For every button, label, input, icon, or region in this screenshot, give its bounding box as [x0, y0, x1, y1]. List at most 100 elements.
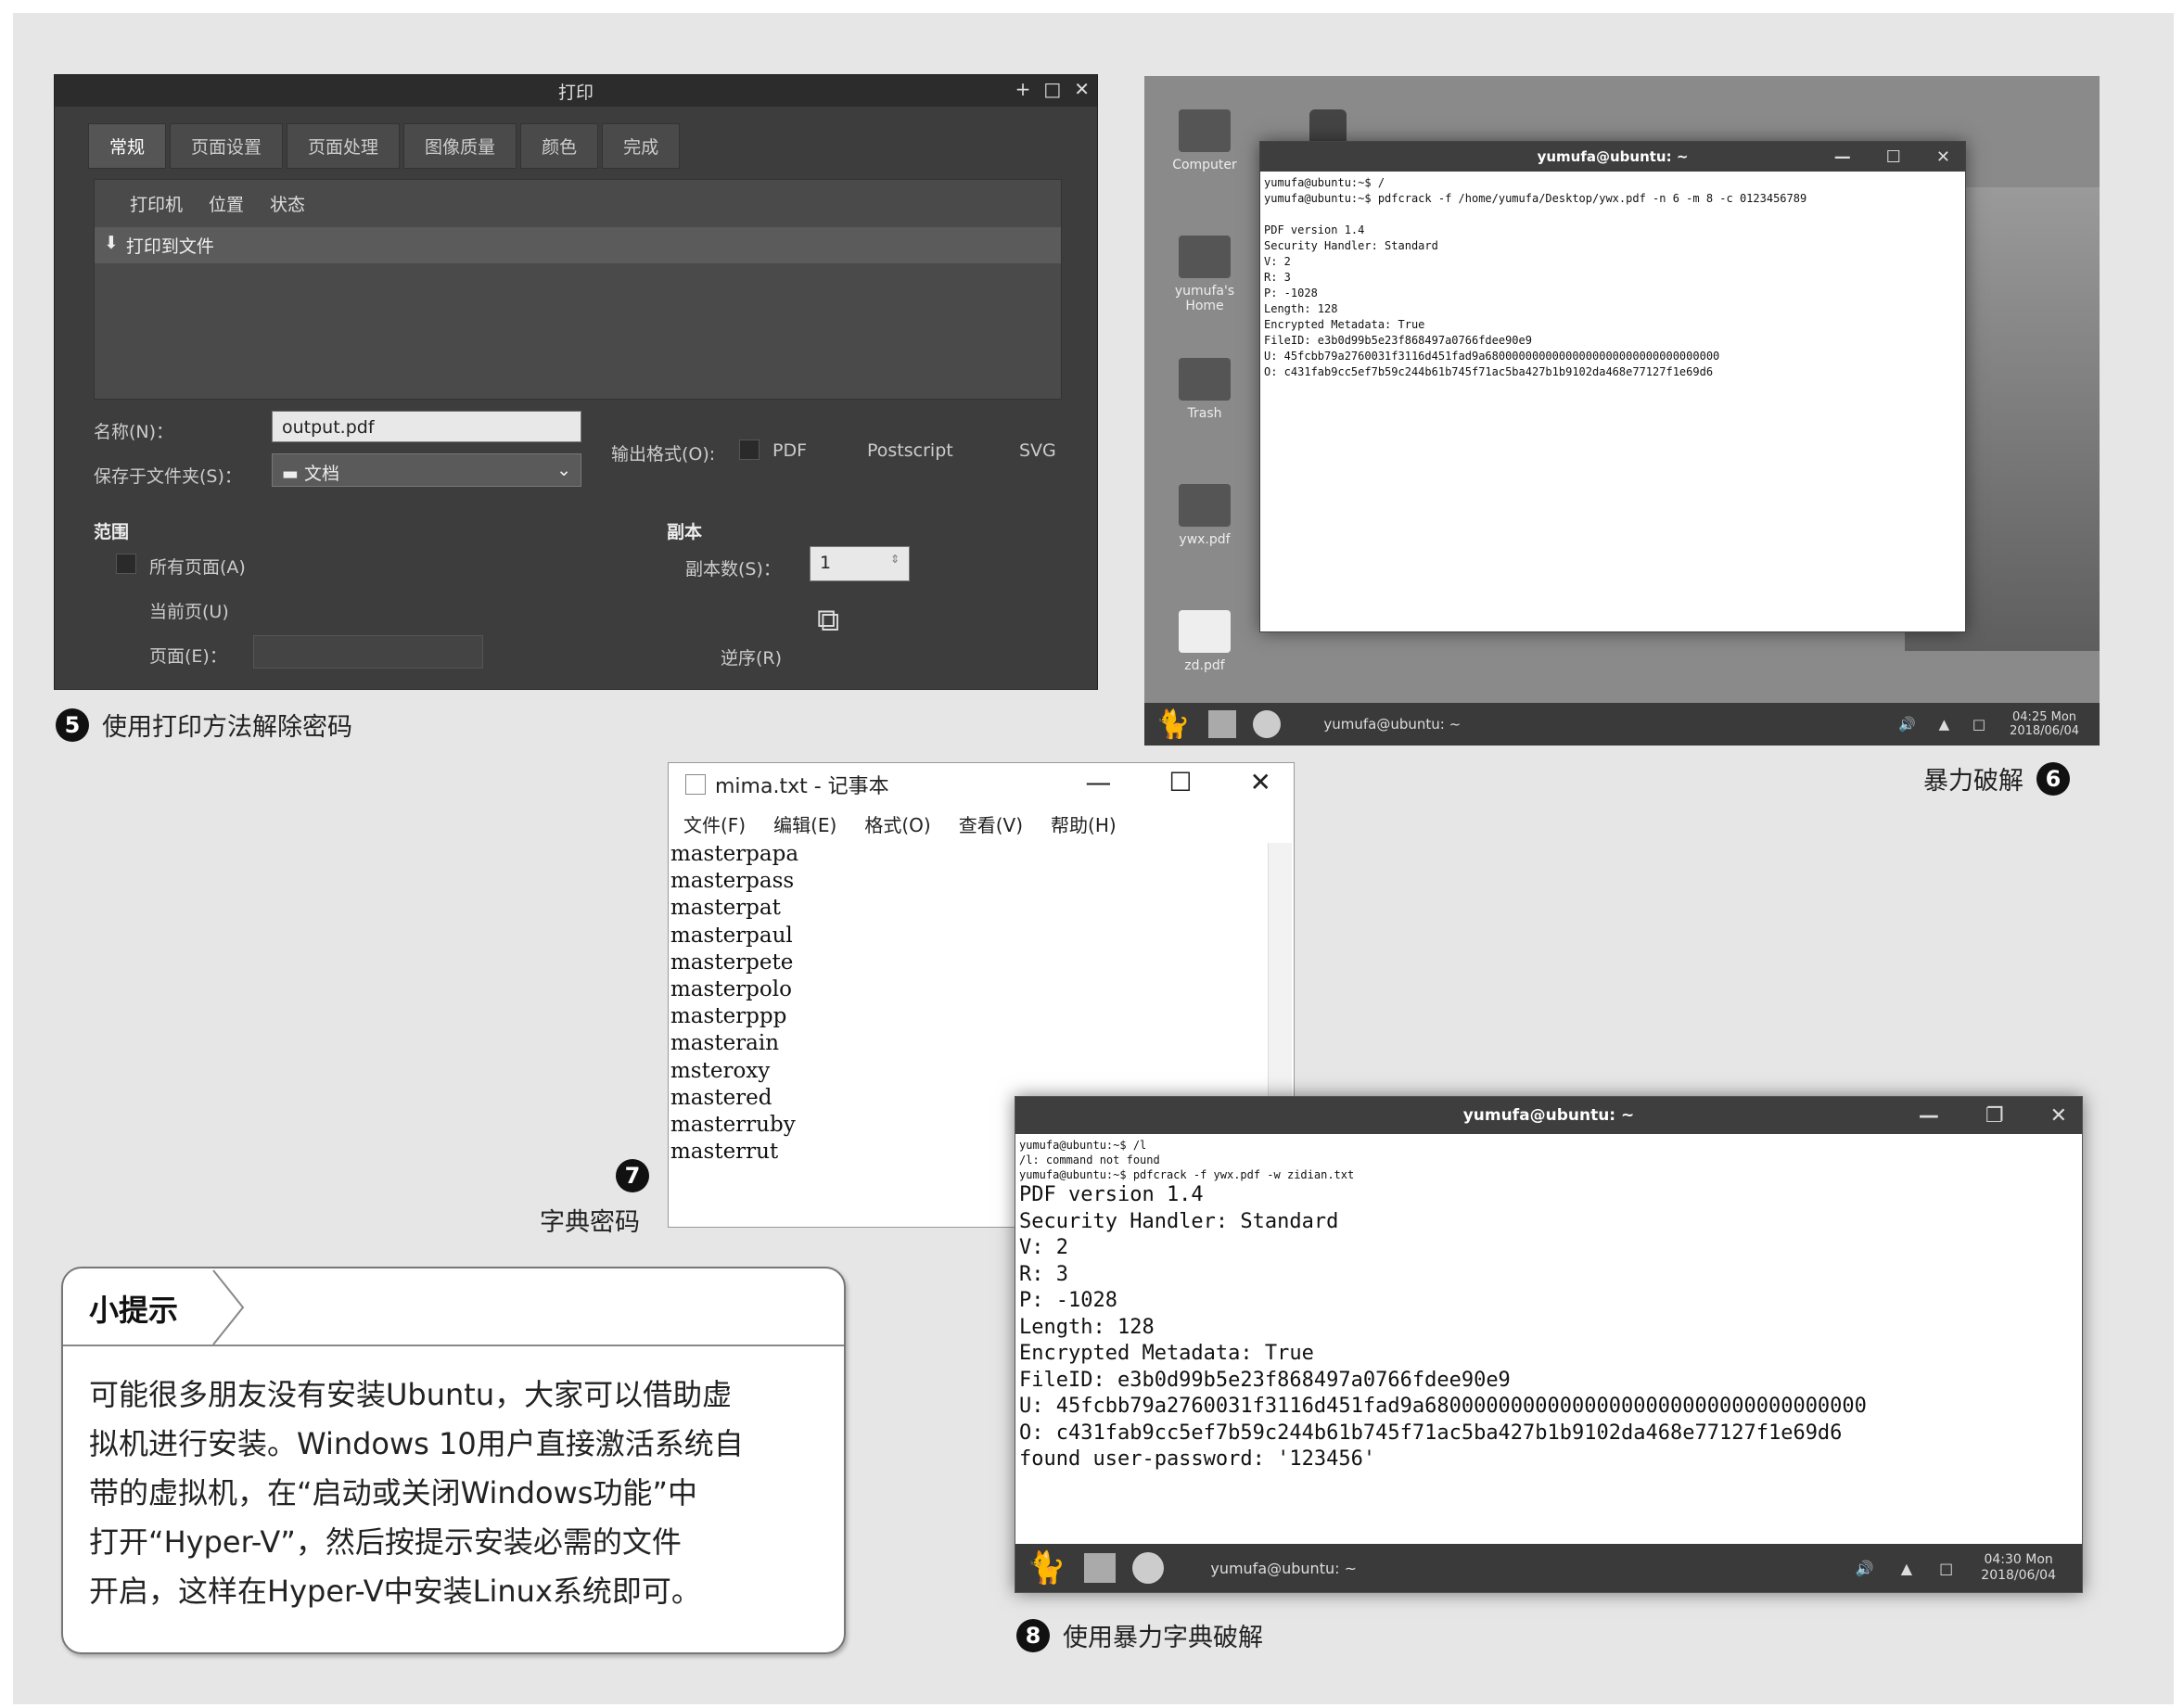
close-button[interactable]: ✕	[1250, 767, 1271, 797]
tab-general[interactable]: 常规	[88, 123, 167, 169]
terminal-line: Security Handler: Standard	[1019, 1209, 1339, 1233]
clock-date: 2018/06/04	[2010, 724, 2079, 738]
folder-select[interactable]: ▬ 文档 ⌄	[272, 453, 581, 487]
copies-stepper[interactable]: 1 ⇕	[810, 546, 910, 581]
desktop-icon-ywx-pdf[interactable]: ywx.pdf	[1172, 484, 1237, 547]
maximize-button[interactable]: ☐	[1168, 767, 1192, 797]
name-input[interactable]: output.pdf	[272, 411, 581, 442]
all-pages-label[interactable]: 所有页面(A)	[149, 554, 246, 579]
terminal-title: yumufa@ubuntu: ~	[1537, 148, 1689, 165]
tip-title: 小提示	[89, 1293, 179, 1328]
notepad-titlebar: mima.txt - 记事本 — ☐ ✕	[669, 763, 1294, 806]
print-dialog-title: 打印	[557, 82, 594, 103]
terminal-line: Security Handler: Standard	[1264, 239, 1438, 252]
taskbar-terminal[interactable]: yumufa@ubuntu: ~	[1303, 716, 1526, 733]
terminal-line: V: 2	[1264, 255, 1291, 268]
terminal-titlebar: yumufa@ubuntu: ~ — ❐ ✕	[1015, 1097, 2082, 1134]
desktop-icon-trash[interactable]: Trash	[1172, 358, 1237, 421]
pages-input[interactable]	[253, 635, 483, 669]
text-line: masterain	[670, 1031, 780, 1056]
pdf-radio[interactable]	[739, 440, 760, 460]
magazine-page: 打印 + □ ✕ 常规 页面设置 页面处理 图像质量 颜色 完成 打印机 位置 …	[13, 13, 2174, 1704]
caption-text: 使用暴力字典破解	[1063, 1624, 1263, 1652]
tip-line: 开启，这样在Hyper-V中安装Linux系统即可。	[89, 1574, 701, 1609]
column-printer[interactable]: 打印机	[130, 191, 183, 216]
terminal-line: FileID: e3b0d99b5e23f868497a0766fdee90e9	[1264, 334, 1532, 347]
maximize-button[interactable]: □	[1043, 78, 1061, 100]
terminal-command-line: /l: command not found	[1019, 1154, 1160, 1166]
tip-box: 小提示 可能很多朋友没有安装Ubuntu，大家可以借助虚 拟机进行安装。Windo…	[61, 1267, 846, 1654]
terminal-line: U: 45fcbb79a2760031f3116d451fad9a6800000…	[1264, 350, 1720, 363]
clock[interactable]: 04:30 Mon 2018/06/04	[1981, 1552, 2056, 1584]
cat-logo-icon[interactable]: 🐈	[1155, 708, 1190, 741]
column-location[interactable]: 位置	[209, 191, 244, 216]
taskbar-terminal[interactable]: yumufa@ubuntu: ~	[1188, 1560, 1429, 1577]
minimize-button[interactable]: —	[1919, 1104, 1939, 1128]
tab-color[interactable]: 颜色	[520, 123, 599, 169]
tab-finish[interactable]: 完成	[602, 123, 681, 169]
terminal-window-8[interactable]: yumufa@ubuntu: ~ — ❐ ✕ yumufa@ubuntu:~$ …	[1015, 1096, 2083, 1593]
clock-date: 2018/06/04	[1981, 1568, 2056, 1583]
format-pdf[interactable]: PDF	[772, 440, 807, 461]
menu-view[interactable]: 查看(V)	[959, 810, 1023, 837]
collate-icon: ⧉	[817, 602, 840, 639]
tray-icons[interactable]: 🔊 ▲ □	[1856, 1560, 1965, 1577]
trash-icon	[1179, 358, 1231, 401]
menu-file[interactable]: 文件(F)	[683, 810, 746, 837]
format-postscript[interactable]: Postscript	[867, 440, 953, 461]
browser-icon[interactable]	[1132, 1552, 1165, 1584]
tray-icons[interactable]: 🔊 ▲ □	[1898, 716, 1995, 733]
terminal-window[interactable]: yumufa@ubuntu: ~ — ☐ ✕ yumufa@ubuntu:~$ …	[1259, 141, 1966, 632]
pin-button[interactable]: +	[1015, 78, 1031, 100]
print-dialog-titlebar: 打印 + □ ✕	[55, 75, 1097, 107]
folder-icon: ▬	[282, 464, 304, 484]
chevron-right-icon	[212, 1269, 245, 1345]
caption-text: 暴力破解	[1923, 767, 2023, 796]
close-button[interactable]: ✕	[2050, 1104, 2067, 1128]
maximize-button[interactable]: ☐	[1886, 147, 1901, 167]
terminal-line: O: c431fab9cc5ef7b59c244b61b745f71ac5ba4…	[1264, 365, 1714, 378]
browser-icon[interactable]	[1253, 710, 1282, 738]
files-icon[interactable]	[1208, 710, 1237, 738]
minimize-button[interactable]: —	[1085, 767, 1111, 797]
menu-help[interactable]: 帮助(H)	[1051, 810, 1117, 837]
range-title: 范围	[94, 522, 130, 542]
tab-page-setup[interactable]: 页面设置	[170, 123, 284, 169]
copies-value: 1	[820, 553, 832, 573]
menu-format[interactable]: 格式(O)	[864, 810, 930, 837]
printer-row-file[interactable]: ⬇ 打印到文件	[95, 227, 1061, 263]
text-line: masterpete	[670, 950, 794, 975]
restore-button[interactable]: ❐	[1985, 1104, 2004, 1128]
all-pages-radio[interactable]	[116, 554, 136, 574]
menu-edit[interactable]: 编辑(E)	[773, 810, 836, 837]
format-svg[interactable]: SVG	[1019, 440, 1056, 461]
desktop-icon-zd-pdf[interactable]: zd.pdf	[1172, 610, 1237, 673]
tab-image-quality[interactable]: 图像质量	[403, 123, 517, 169]
text-line: msteroxy	[670, 1058, 771, 1083]
printer-list[interactable]: 打印机 位置 状态 ⬇ 打印到文件	[94, 179, 1062, 400]
minimize-button[interactable]: —	[1834, 147, 1851, 167]
terminal-line: Length: 128	[1019, 1315, 1155, 1339]
column-status[interactable]: 状态	[270, 191, 305, 216]
collate-label[interactable]: 逆序(R)	[721, 644, 782, 669]
close-button[interactable]: ✕	[1074, 78, 1090, 100]
document-icon	[1179, 610, 1231, 653]
current-page-label[interactable]: 当前页(U)	[149, 598, 229, 623]
folder-icon	[1179, 236, 1231, 278]
terminal-line: R: 3	[1019, 1262, 1068, 1286]
clock[interactable]: 04:25 Mon 2018/06/04	[2010, 710, 2079, 738]
figure-number: 5	[56, 707, 89, 742]
desktop-icon-home[interactable]: yumufa's Home	[1172, 236, 1237, 313]
cat-logo-icon[interactable]: 🐈	[1027, 1549, 1066, 1587]
figure-number: 8	[1016, 1618, 1050, 1652]
desktop-icon-computer[interactable]: Computer	[1172, 109, 1237, 172]
terminal-line: Encrypted Metadata: True	[1019, 1342, 1314, 1365]
files-icon[interactable]	[1084, 1553, 1117, 1583]
tip-line: 带的虚拟机，在“启动或关闭Windows功能”中	[89, 1475, 698, 1510]
caption-5: 5 使用打印方法解除密码	[56, 707, 352, 743]
tab-page-handling[interactable]: 页面处理	[287, 123, 401, 169]
tip-header: 小提示	[63, 1268, 844, 1346]
close-button[interactable]: ✕	[1936, 147, 1950, 167]
output-format-label: 输出格式(O):	[611, 444, 716, 465]
